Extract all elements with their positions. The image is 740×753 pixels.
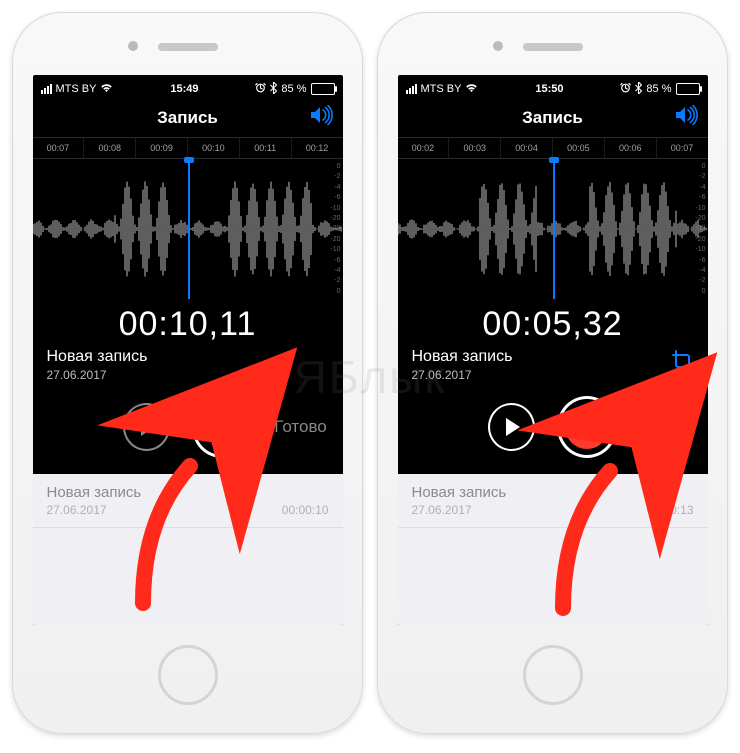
earpiece-speaker bbox=[158, 43, 218, 51]
elapsed-time: 00:10,11 bbox=[33, 299, 343, 348]
battery-icon bbox=[676, 83, 700, 95]
recording-list-item[interactable]: Новая запись 27.06.2017 00:00:13 bbox=[398, 474, 708, 528]
clock: 15:50 bbox=[478, 83, 620, 95]
timeline-tick: 00:10 bbox=[188, 138, 240, 158]
done-button[interactable]: Готово bbox=[274, 417, 342, 437]
timeline-ruler[interactable]: 00:0200:0300:0400:0500:0600:07 bbox=[398, 137, 708, 159]
carrier-label: MTS BY bbox=[56, 83, 97, 95]
alarm-icon bbox=[620, 82, 631, 96]
status-bar: MTS BY 15:50 85 % bbox=[398, 75, 708, 99]
speaker-output-icon[interactable] bbox=[674, 105, 698, 131]
signal-icon bbox=[406, 84, 417, 94]
timeline-tick: 00:11 bbox=[240, 138, 292, 158]
wifi-icon bbox=[100, 82, 113, 96]
timeline-tick: 00:06 bbox=[605, 138, 657, 158]
nav-bar: Запись bbox=[398, 99, 708, 137]
bluetooth-icon bbox=[635, 82, 642, 97]
timeline-ruler[interactable]: 00:0700:0800:0900:1000:1100:12 bbox=[33, 137, 343, 159]
play-button[interactable] bbox=[488, 403, 535, 451]
nav-bar: Запись bbox=[33, 99, 343, 137]
home-button[interactable] bbox=[523, 645, 583, 705]
alarm-icon bbox=[255, 82, 266, 96]
comparison-stage: ЯБлык MTS BY 15:49 bbox=[0, 0, 740, 753]
timeline-tick: 00:07 bbox=[657, 138, 708, 158]
done-button[interactable]: Готово bbox=[639, 417, 707, 437]
trim-icon[interactable] bbox=[672, 350, 694, 378]
record-button[interactable] bbox=[192, 396, 253, 458]
device-screen: MTS BY 15:50 85 % bbox=[398, 75, 708, 625]
recordings-list[interactable]: Новая запись 27.06.2017 00:00:13 bbox=[398, 474, 708, 625]
timeline-tick: 00:02 bbox=[398, 138, 450, 158]
elapsed-time: 00:05,32 bbox=[398, 299, 708, 348]
carrier-label: MTS BY bbox=[421, 83, 462, 95]
list-item-title: Новая запись bbox=[412, 484, 507, 501]
list-item-date: 27.06.2017 bbox=[412, 503, 507, 517]
recording-list-item[interactable]: Новая запись 27.06.2017 00:00:10 bbox=[33, 474, 343, 528]
db-scale: 0-2-4-6-10-20-30-20-10-6-4-20 bbox=[688, 163, 706, 295]
list-item-title: Новая запись bbox=[47, 484, 142, 501]
clock: 15:49 bbox=[113, 83, 255, 95]
control-bar: Готово bbox=[398, 388, 708, 474]
playhead-indicator bbox=[553, 159, 555, 299]
list-item-duration: 00:00:10 bbox=[282, 503, 329, 517]
earpiece-speaker bbox=[523, 43, 583, 51]
playhead-indicator bbox=[188, 159, 190, 299]
waveform-display[interactable]: 0-2-4-6-10-20-30-20-10-6-4-20 bbox=[33, 159, 343, 299]
recordings-list[interactable]: Новая запись 27.06.2017 00:00:10 bbox=[33, 474, 343, 625]
front-camera bbox=[493, 41, 503, 51]
stop-icon bbox=[211, 416, 233, 438]
timeline-tick: 00:03 bbox=[449, 138, 501, 158]
front-camera bbox=[128, 41, 138, 51]
recording-title[interactable]: Новая запись bbox=[47, 348, 329, 366]
waveform-display[interactable]: 0-2-4-6-10-20-30-20-10-6-4-20 bbox=[398, 159, 708, 299]
recording-date: 27.06.2017 bbox=[412, 368, 694, 382]
device-screen: MTS BY 15:49 85 % bbox=[33, 75, 343, 625]
record-button[interactable] bbox=[557, 396, 618, 458]
timeline-tick: 00:07 bbox=[33, 138, 85, 158]
iphone-device: MTS BY 15:50 85 % bbox=[377, 12, 728, 734]
battery-pct: 85 % bbox=[646, 83, 671, 95]
nav-title: Запись bbox=[522, 108, 583, 128]
timeline-tick: 00:05 bbox=[553, 138, 605, 158]
nav-title: Запись bbox=[157, 108, 218, 128]
recording-meta: Новая запись 27.06.2017 bbox=[33, 348, 343, 388]
bluetooth-icon bbox=[270, 82, 277, 97]
wifi-icon bbox=[465, 82, 478, 96]
home-button[interactable] bbox=[158, 645, 218, 705]
recording-date: 27.06.2017 bbox=[47, 368, 329, 382]
iphone-device: MTS BY 15:49 85 % bbox=[12, 12, 363, 734]
db-scale: 0-2-4-6-10-20-30-20-10-6-4-20 bbox=[323, 163, 341, 295]
timeline-tick: 00:08 bbox=[84, 138, 136, 158]
timeline-tick: 00:04 bbox=[501, 138, 553, 158]
signal-icon bbox=[41, 84, 52, 94]
play-button[interactable] bbox=[123, 403, 170, 451]
status-bar: MTS BY 15:49 85 % bbox=[33, 75, 343, 99]
list-item-date: 27.06.2017 bbox=[47, 503, 142, 517]
timeline-tick: 00:12 bbox=[292, 138, 343, 158]
battery-pct: 85 % bbox=[281, 83, 306, 95]
timeline-tick: 00:09 bbox=[136, 138, 188, 158]
recording-meta: Новая запись 27.06.2017 bbox=[398, 348, 708, 388]
control-bar: Готово bbox=[33, 388, 343, 474]
speaker-output-icon[interactable] bbox=[309, 105, 333, 131]
battery-icon bbox=[311, 83, 335, 95]
record-icon bbox=[565, 405, 609, 449]
recording-title[interactable]: Новая запись bbox=[412, 348, 694, 366]
list-item-duration: 00:00:13 bbox=[647, 503, 694, 517]
